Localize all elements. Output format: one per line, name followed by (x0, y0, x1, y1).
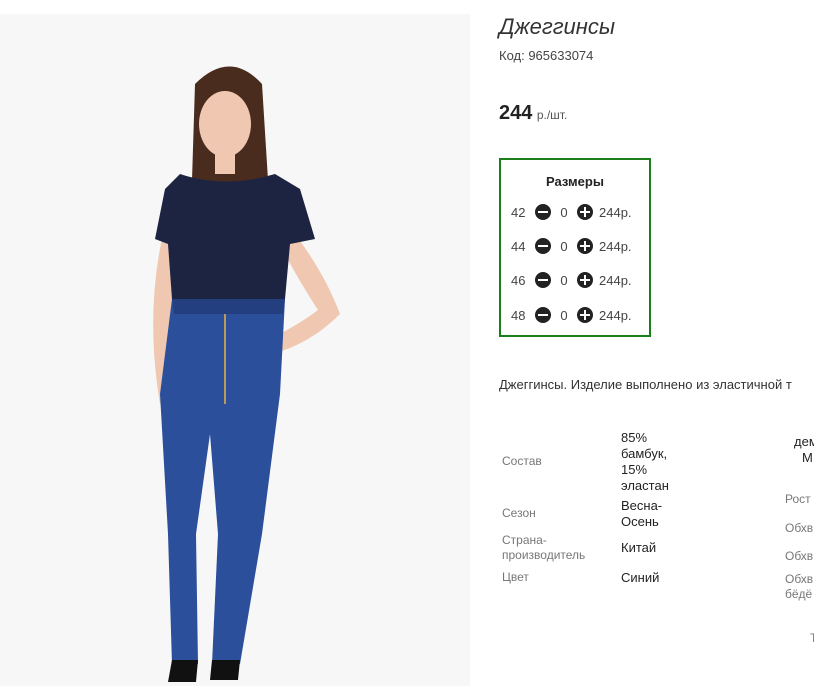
price-block: 244 р./шт. (499, 102, 567, 125)
product-code: Код: 965633074 (499, 48, 594, 63)
clipped-spec-label: Рост (785, 492, 811, 506)
size-label: 44 (511, 238, 526, 254)
plus-icon[interactable] (577, 204, 593, 220)
plus-icon[interactable] (577, 238, 593, 254)
spec-label: Состав (502, 454, 542, 468)
clipped-spec-label: Обхв (785, 572, 814, 586)
size-row: 48 0 244р. (511, 305, 632, 325)
minus-icon[interactable] (535, 204, 551, 220)
quantity-value[interactable]: 0 (555, 273, 573, 288)
sizes-panel: Размеры 42 0 244р. 44 0 244р. 46 0 244р.… (499, 158, 651, 337)
quantity-value[interactable]: 0 (555, 308, 573, 323)
size-price: 244р. (599, 272, 632, 288)
product-title: Джеггинсы (499, 14, 616, 39)
size-price: 244р. (599, 204, 632, 220)
clipped-spec-label: Обхв (785, 521, 814, 535)
clipped-spec-label: Т (810, 631, 814, 645)
spec-label: Сезон (502, 506, 536, 520)
spec-value: Синий (621, 570, 660, 585)
spec-value: 85% бамбук, 15% эластан (621, 430, 669, 493)
clipped-spec-value: М (802, 450, 813, 465)
model-illustration (0, 14, 470, 686)
product-description: Джеггинсы. Изделие выполнено из эластичн… (499, 377, 792, 392)
sizes-heading: Размеры (546, 174, 604, 189)
price-value: 244 (499, 102, 533, 124)
spec-label: Страна-производитель (502, 533, 586, 562)
minus-icon[interactable] (535, 238, 551, 254)
quantity-value[interactable]: 0 (555, 239, 573, 254)
plus-icon[interactable] (577, 307, 593, 323)
spec-value: Китай (621, 540, 657, 555)
plus-icon[interactable] (577, 272, 593, 288)
size-label: 48 (511, 307, 526, 323)
clipped-spec-value: дем (794, 434, 814, 449)
minus-icon[interactable] (535, 272, 551, 288)
clipped-spec-label: Обхв (785, 549, 814, 563)
clipped-spec-label: бёдё (785, 587, 813, 601)
size-price: 244р. (599, 307, 632, 323)
size-label: 42 (511, 204, 526, 220)
product-photo[interactable] (0, 14, 470, 686)
spec-value: Весна-Осень (621, 498, 663, 529)
size-label: 46 (511, 272, 526, 288)
size-row: 44 0 244р. (511, 236, 632, 256)
price-unit: р./шт. (536, 108, 568, 122)
quantity-value[interactable]: 0 (555, 205, 573, 220)
size-row: 46 0 244р. (511, 270, 632, 290)
size-row: 42 0 244р. (511, 202, 632, 222)
size-price: 244р. (599, 238, 632, 254)
spec-label: Цвет (502, 570, 529, 584)
minus-icon[interactable] (535, 307, 551, 323)
